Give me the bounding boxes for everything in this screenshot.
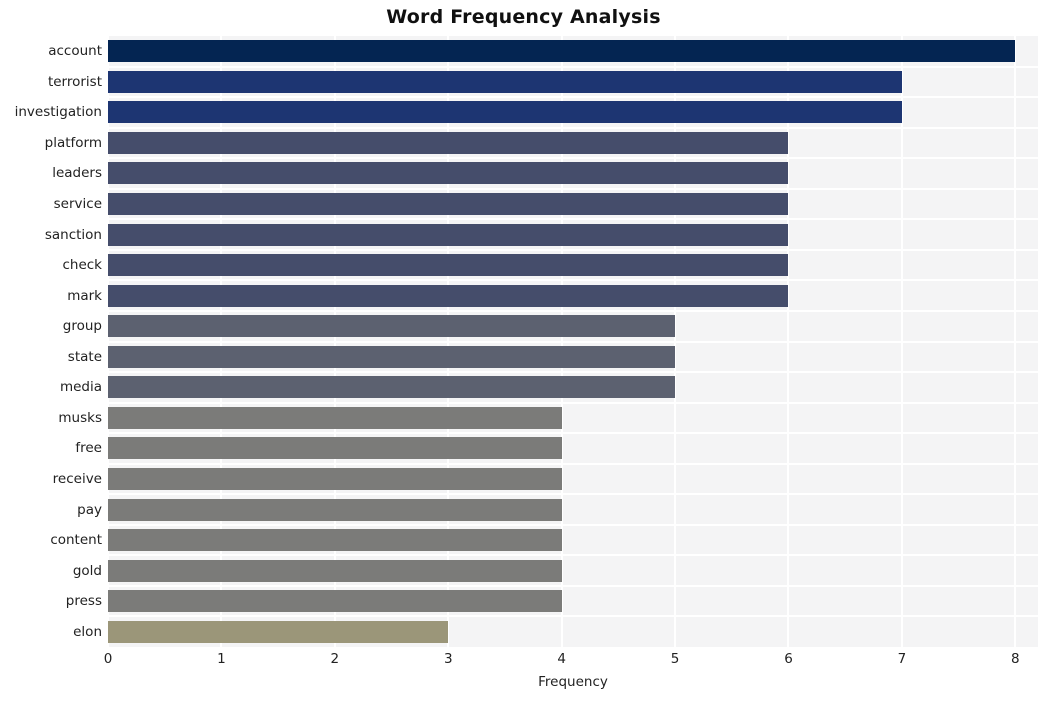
y-gridline: [108, 218, 1038, 221]
bar: [108, 101, 902, 124]
y-gridline: [108, 432, 1038, 435]
x-axis-tick-label: 2: [330, 651, 340, 667]
y-axis-tick-label: group: [62, 318, 102, 335]
y-axis-tick-label: investigation: [14, 104, 102, 121]
chart-title: Word Frequency Analysis: [386, 6, 661, 28]
x-axis-tick-labels: 0 1 2 3 4 5 6 7 8: [0, 651, 1047, 673]
y-axis-tick-label: musks: [58, 409, 102, 426]
y-axis-tick-label: platform: [44, 134, 102, 151]
bar: [108, 467, 562, 490]
x-axis-tick-label: 1: [217, 651, 226, 667]
y-axis-tick-label: pay: [77, 501, 102, 518]
y-gridline: [108, 157, 1038, 160]
x-axis-title: Frequency: [538, 674, 608, 690]
x-axis-tick-label: 8: [1011, 651, 1020, 667]
bar: [108, 620, 449, 643]
x-axis-tick-label: 0: [103, 651, 113, 667]
bar: [108, 498, 562, 521]
bar: [108, 559, 562, 582]
y-axis-tick-labels: account terrorist investigation platform lea…: [0, 36, 102, 647]
y-axis-tick-label: leaders: [52, 165, 102, 182]
x-axis-tick-label: 3: [443, 651, 453, 667]
y-axis-tick-label: content: [50, 532, 102, 549]
x-axis-tick-label: 5: [670, 651, 680, 667]
bar: [108, 437, 562, 460]
bar: [108, 345, 676, 368]
bar: [108, 40, 1016, 63]
y-axis-tick-label: terrorist: [47, 73, 102, 90]
y-gridline: [108, 340, 1038, 343]
bar: [108, 131, 789, 154]
y-axis-tick-label: mark: [67, 287, 102, 304]
y-axis-tick-label: free: [75, 440, 102, 457]
y-gridline: [108, 615, 1038, 618]
y-axis-tick-label: state: [67, 348, 102, 365]
y-axis-tick-label: account: [48, 43, 102, 60]
y-gridline: [108, 493, 1038, 496]
x-axis-tick-label: 7: [897, 651, 907, 667]
y-gridline: [108, 187, 1038, 190]
y-gridline: [108, 279, 1038, 282]
bar: [108, 315, 676, 338]
bar: [108, 284, 789, 307]
y-gridline: [108, 248, 1038, 251]
y-gridline: [108, 96, 1038, 99]
bar: [108, 376, 676, 399]
bar: [108, 223, 789, 246]
y-gridline: [108, 523, 1038, 526]
y-axis-tick-label: service: [53, 196, 102, 213]
y-gridline: [108, 401, 1038, 404]
bar: [108, 70, 902, 93]
bar: [108, 162, 789, 185]
y-axis-tick-label: elon: [73, 623, 102, 640]
y-gridline: [108, 309, 1038, 312]
y-axis-tick-label: check: [62, 257, 102, 274]
y-axis-tick-label: media: [59, 379, 102, 396]
y-gridline: [108, 65, 1038, 68]
x-axis-tick-label: 6: [784, 651, 793, 667]
word-frequency-chart-figure: Word Frequency Analysis account terrorist…: [0, 0, 1047, 701]
bar: [108, 254, 789, 277]
plot-area: [108, 36, 1038, 647]
y-gridline: [108, 462, 1038, 465]
bar: [108, 193, 789, 216]
y-gridline: [108, 371, 1038, 374]
x-axis-tick-label: 4: [557, 651, 566, 667]
y-axis-tick-label: press: [65, 593, 102, 610]
bar: [108, 590, 562, 613]
y-axis-tick-label: gold: [72, 562, 102, 579]
y-gridline: [108, 554, 1038, 557]
y-gridline: [108, 584, 1038, 587]
bar: [108, 406, 562, 429]
y-axis-tick-label: sanction: [44, 226, 102, 243]
bar: [108, 529, 562, 552]
y-gridline: [108, 126, 1038, 129]
y-axis-tick-label: receive: [52, 470, 102, 487]
